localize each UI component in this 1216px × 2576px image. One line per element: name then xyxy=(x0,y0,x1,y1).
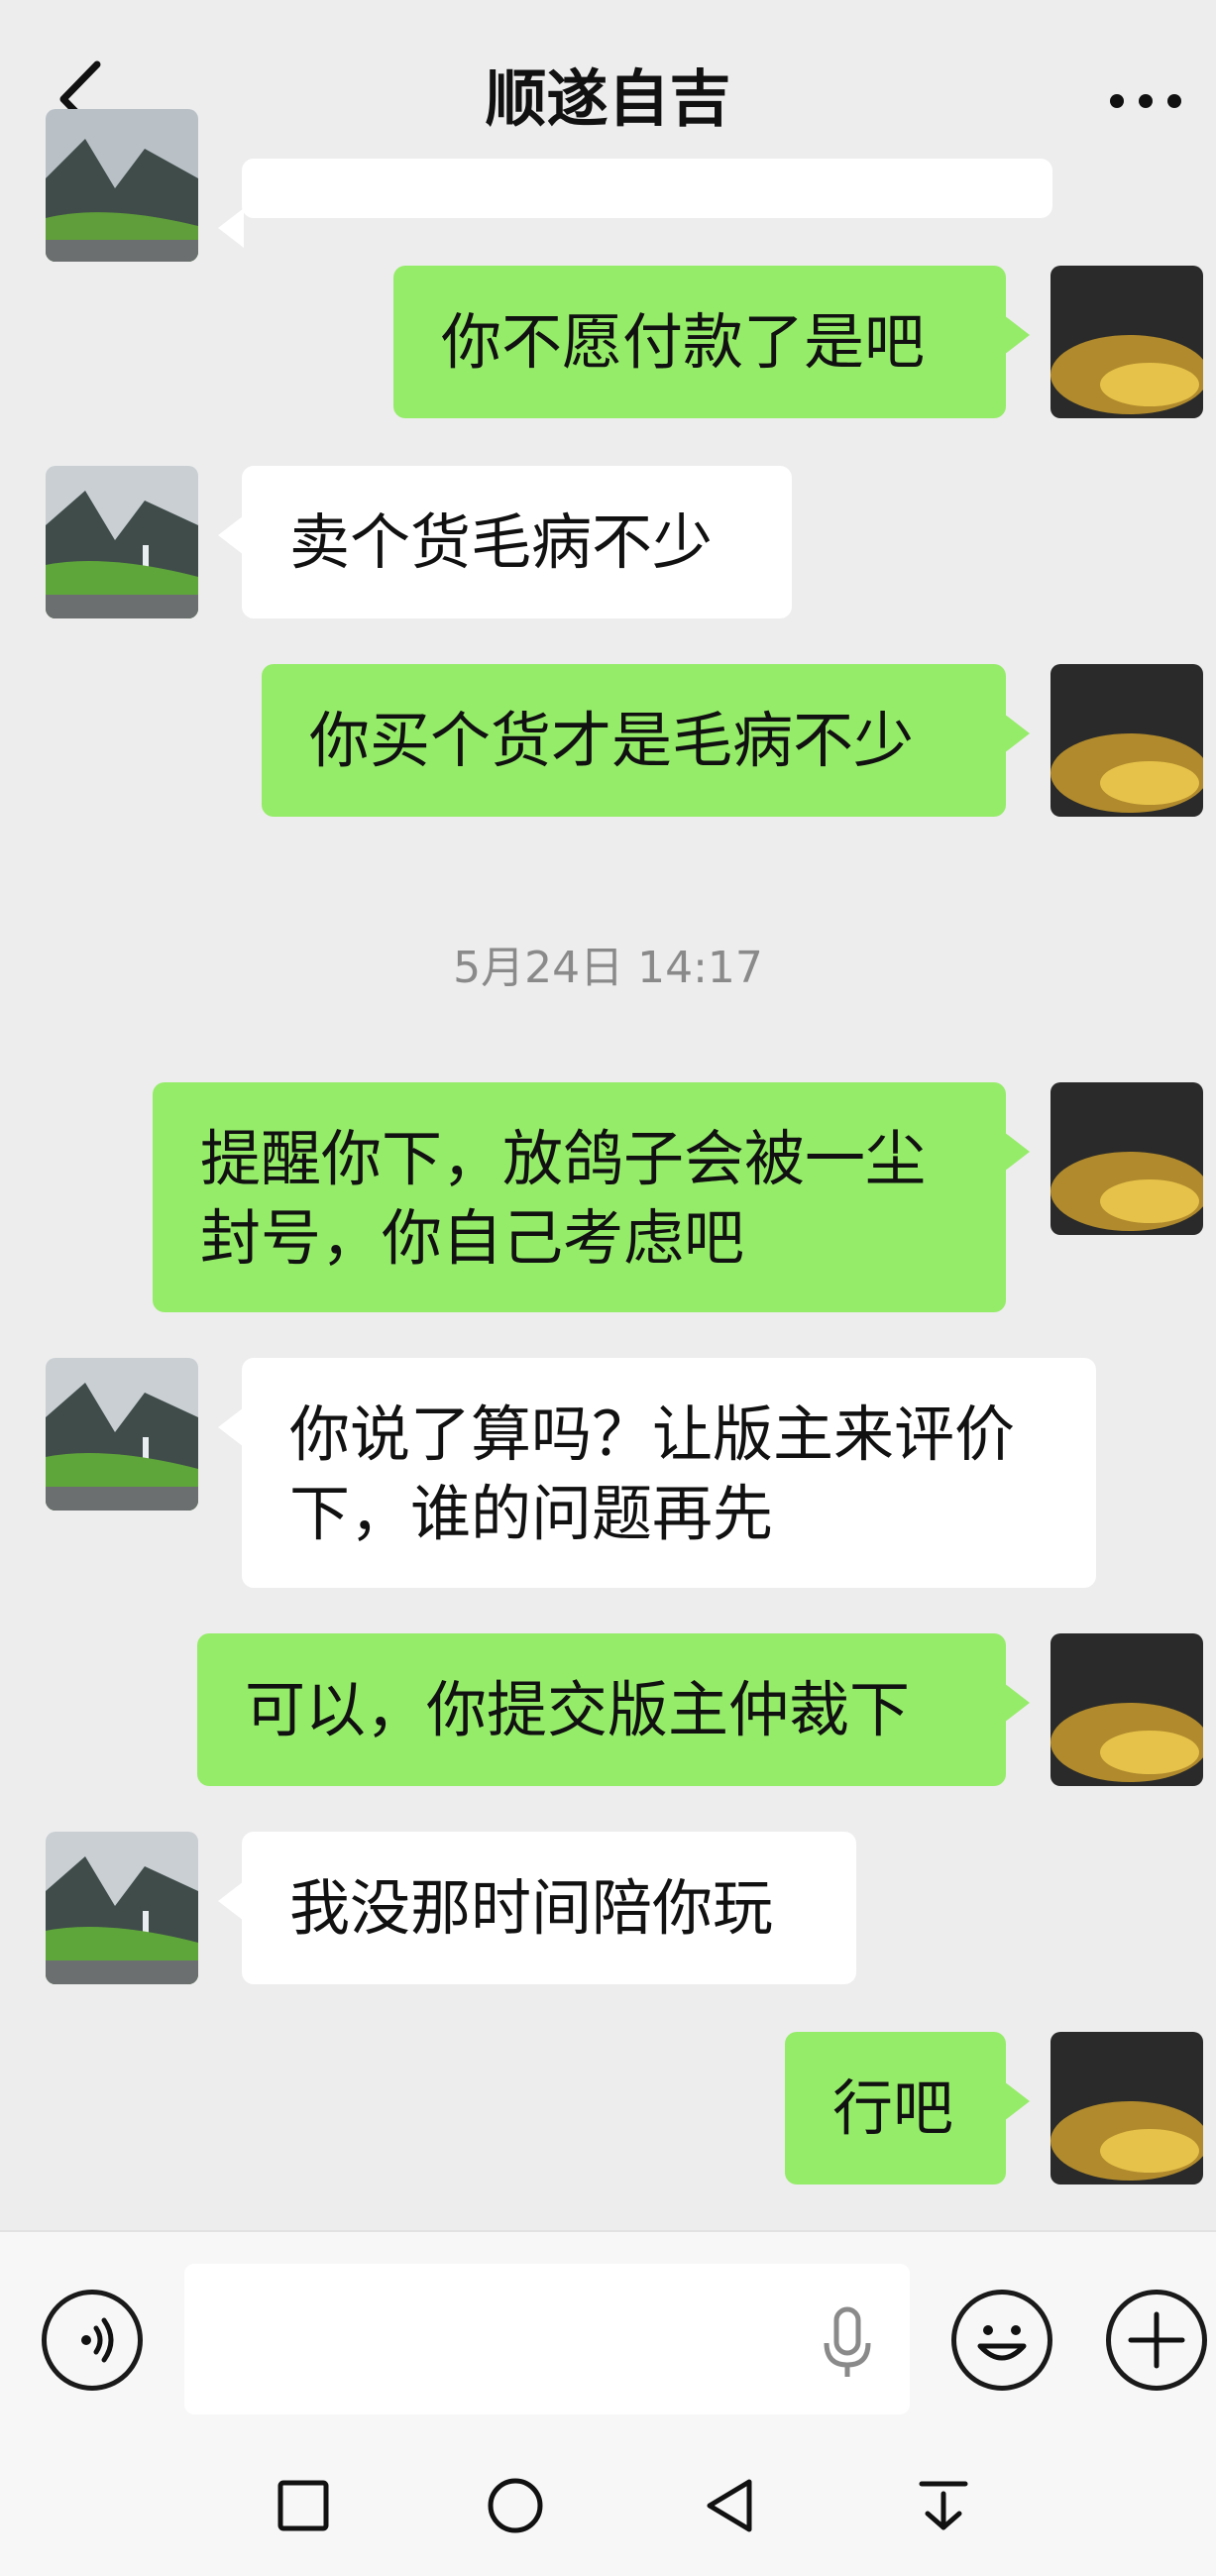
contact-avatar[interactable] xyxy=(46,109,198,262)
user-avatar[interactable] xyxy=(1050,1633,1203,1786)
timestamp-label: 5月24日 14:17 xyxy=(453,943,763,993)
outgoing-message-bubble[interactable]: 你买个货才是毛病不少 xyxy=(262,664,1030,817)
down-menu-icon[interactable] xyxy=(904,2466,983,2545)
square-recent-icon[interactable] xyxy=(264,2466,343,2545)
message-input[interactable] xyxy=(184,2264,910,2414)
outgoing-message-bubble[interactable]: 行吧 xyxy=(785,2032,1030,2184)
message-list[interactable]: 你不愿付款了是吧 卖个货毛病不少 你买个货才是毛病不少 5月24日 14:17 … xyxy=(0,109,1216,2230)
contact-avatar[interactable] xyxy=(46,1832,198,1984)
incoming-message-bubble[interactable]: 我没那时间陪你玩 xyxy=(218,1832,856,1984)
incoming-message-bubble[interactable]: 你说了算吗？让版主来评价下，谁的问题再先 xyxy=(218,1358,1096,1588)
emoji-icon[interactable] xyxy=(951,2290,1052,2391)
outgoing-message-bubble[interactable]: 提醒你下，放鸽子会被一尘封号，你自己考虑吧 xyxy=(153,1082,1030,1312)
microphone-icon[interactable] xyxy=(813,2303,882,2383)
outgoing-message-bubble[interactable]: 可以，你提交版主仲裁下 xyxy=(197,1633,1030,1786)
contact-avatar[interactable] xyxy=(46,466,198,618)
user-avatar[interactable] xyxy=(1050,2032,1203,2184)
input-bar xyxy=(0,2230,1216,2440)
incoming-message-bubble[interactable]: 卖个货毛病不少 xyxy=(218,466,792,618)
user-avatar[interactable] xyxy=(1050,266,1203,418)
system-navigation-bar xyxy=(0,2438,1216,2576)
more-dots-icon[interactable] xyxy=(1101,59,1190,139)
contact-avatar[interactable] xyxy=(46,1358,198,1511)
plus-icon[interactable] xyxy=(1106,2290,1207,2391)
incoming-message-bubble[interactable] xyxy=(218,159,1052,248)
triangle-back-icon[interactable] xyxy=(692,2466,771,2545)
user-avatar[interactable] xyxy=(1050,664,1203,817)
user-avatar[interactable] xyxy=(1050,1082,1203,1235)
outgoing-message-bubble[interactable]: 你不愿付款了是吧 xyxy=(393,266,1030,418)
voice-mode-icon[interactable] xyxy=(42,2290,143,2391)
circle-home-icon[interactable] xyxy=(476,2466,555,2545)
